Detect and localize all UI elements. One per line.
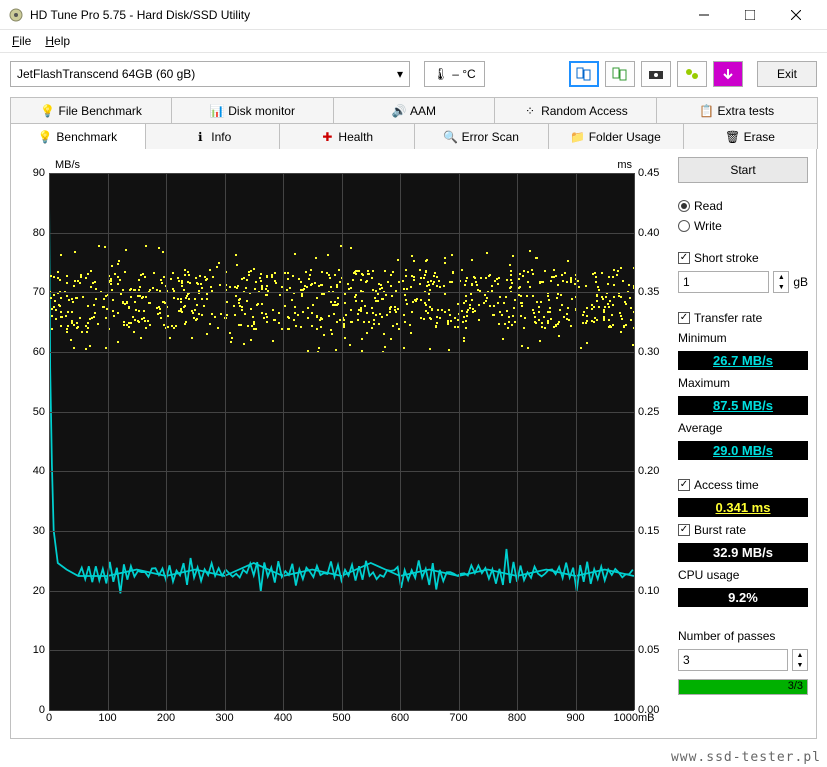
cpu-usage-value: 9.2% — [678, 588, 808, 607]
tab-benchmark[interactable]: 💡Benchmark — [10, 123, 146, 149]
scatter-icon: ⁘ — [523, 104, 537, 118]
app-icon — [8, 7, 24, 23]
tab-folder-usage[interactable]: 📁Folder Usage — [548, 123, 684, 149]
tab-info[interactable]: ℹInfo — [145, 123, 281, 149]
read-radio[interactable]: Read — [678, 199, 808, 213]
drive-select[interactable]: JetFlashTranscend 64GB (60 gB) ▾ — [10, 61, 410, 87]
minimum-value: 26.7 MB/s — [678, 351, 808, 370]
burst-rate-check[interactable]: ✓Burst rate — [678, 523, 808, 537]
average-label: Average — [678, 421, 808, 435]
tab-extra-tests[interactable]: 📋Extra tests — [656, 97, 818, 123]
screenshot-button[interactable] — [641, 61, 671, 87]
options-button[interactable] — [677, 61, 707, 87]
close-button[interactable] — [773, 0, 819, 30]
watermark: www.ssd-tester.pl — [671, 750, 821, 765]
tab-erase[interactable]: 🗑Erase — [683, 123, 819, 149]
burst-rate-value: 32.9 MB/s — [678, 543, 808, 562]
tab-strip: 💡File Benchmark 📊Disk monitor 🔊AAM ⁘Rand… — [10, 97, 817, 149]
plot-area — [49, 173, 634, 710]
thermometer-icon: 🌡 — [433, 67, 448, 81]
chevron-down-icon: ▾ — [397, 67, 403, 81]
copy-screenshot-button[interactable] — [605, 61, 635, 87]
access-time-value: 0.341 ms — [678, 498, 808, 517]
lightbulb-icon: 💡 — [41, 104, 55, 118]
access-time-check[interactable]: ✓Access time — [678, 478, 808, 492]
start-button[interactable]: Start — [678, 157, 808, 183]
temperature-value: – °C — [452, 67, 475, 81]
transfer-rate-check[interactable]: ✓Transfer rate — [678, 311, 808, 325]
tab-random-access[interactable]: ⁘Random Access — [494, 97, 656, 123]
tab-file-benchmark[interactable]: 💡File Benchmark — [10, 97, 172, 123]
copy-text-button[interactable] — [569, 61, 599, 87]
maximum-label: Maximum — [678, 376, 808, 390]
temperature-display: 🌡 – °C — [424, 61, 485, 87]
side-panel: Start Read Write ✓Short stroke 1 ▲▼ gB ✓… — [678, 157, 808, 730]
toolbar: JetFlashTranscend 64GB (60 gB) ▾ 🌡 – °C … — [0, 53, 827, 93]
magnifier-icon: 🔍 — [444, 130, 458, 144]
window-title: HD Tune Pro 5.75 - Hard Disk/SSD Utility — [30, 8, 681, 22]
short-stroke-spinner[interactable]: ▲▼ — [773, 271, 789, 293]
tab-disk-monitor[interactable]: 📊Disk monitor — [171, 97, 333, 123]
short-stroke-unit: gB — [793, 275, 808, 289]
clipboard-icon: 📋 — [699, 104, 713, 118]
content: MB/s ms 0102030405060708090 0.000.050.10… — [10, 149, 817, 739]
passes-progress: 3/3 — [678, 679, 808, 695]
tab-error-scan[interactable]: 🔍Error Scan — [414, 123, 550, 149]
short-stroke-input[interactable]: 1 — [678, 271, 769, 293]
progress-text: 3/3 — [788, 680, 803, 692]
passes-spinner[interactable]: ▲▼ — [792, 649, 808, 671]
speaker-icon: 🔊 — [392, 104, 406, 118]
maximum-value: 87.5 MB/s — [678, 396, 808, 415]
save-button[interactable] — [713, 61, 743, 87]
passes-input[interactable]: 3 — [678, 649, 788, 671]
minimum-label: Minimum — [678, 331, 808, 345]
health-icon: ✚ — [320, 130, 334, 144]
menu-file[interactable]: File — [6, 32, 37, 50]
exit-button[interactable]: Exit — [757, 61, 817, 87]
menubar: File Help — [0, 30, 827, 53]
folder-icon: 📁 — [571, 130, 585, 144]
write-radio[interactable]: Write — [678, 219, 808, 233]
short-stroke-check[interactable]: ✓Short stroke — [678, 251, 808, 265]
y-axis-right-label: ms — [617, 159, 632, 171]
y-axis-left-label: MB/s — [55, 159, 80, 171]
info-icon: ℹ — [193, 130, 207, 144]
passes-label: Number of passes — [678, 629, 808, 643]
tab-health[interactable]: ✚Health — [279, 123, 415, 149]
benchmark-chart: MB/s ms 0102030405060708090 0.000.050.10… — [19, 157, 668, 730]
trash-icon: 🗑 — [726, 130, 740, 144]
menu-help[interactable]: Help — [39, 32, 76, 50]
cpu-usage-label: CPU usage — [678, 568, 808, 582]
minimize-button[interactable] — [681, 0, 727, 30]
lightbulb-icon: 💡 — [38, 130, 52, 144]
drive-select-text: JetFlashTranscend 64GB (60 gB) — [17, 67, 195, 81]
tab-aam[interactable]: 🔊AAM — [333, 97, 495, 123]
titlebar: HD Tune Pro 5.75 - Hard Disk/SSD Utility — [0, 0, 827, 30]
chart-icon: 📊 — [210, 104, 224, 118]
average-value: 29.0 MB/s — [678, 441, 808, 460]
maximize-button[interactable] — [727, 0, 773, 30]
